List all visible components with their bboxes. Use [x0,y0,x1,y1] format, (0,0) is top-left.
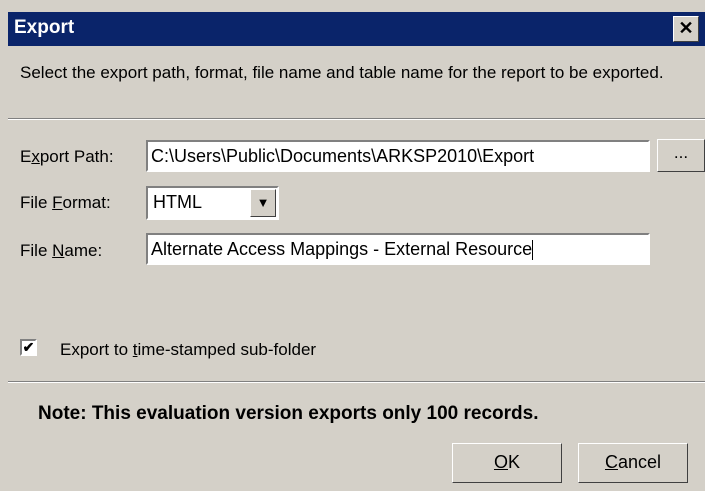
close-icon: ✕ [678,18,694,38]
dialog-description: Select the export path, format, file nam… [20,63,664,82]
ok-button[interactable]: OK [452,443,562,483]
dialog-title: Export [14,17,75,38]
dropdown-button[interactable]: ▼ [250,189,276,217]
file-format-select[interactable]: HTML ▼ [146,186,279,220]
export-dialog: Export ✕ Select the export path, format,… [0,0,705,491]
checkmark-icon: ✔ [22,339,35,355]
browse-button[interactable]: ... [657,139,705,172]
close-button[interactable]: ✕ [673,16,699,42]
title-bar: Export ✕ [8,12,705,46]
export-path-label: Export Path: [20,147,114,166]
file-name-label: File Name: [20,241,103,260]
export-path-field[interactable]: C:\Users\Public\Documents\ARKSP2010\Expo… [146,140,650,172]
evaluation-note: Note: This evaluation version exports on… [38,403,539,424]
chevron-down-icon: ▼ [256,195,270,210]
divider-top [8,118,705,120]
cancel-button[interactable]: Cancel [578,443,688,483]
file-name-value: Alternate Access Mappings - External Res… [151,239,533,259]
file-format-label: File Format: [20,193,111,212]
timestamp-checkbox-label[interactable]: Export to time-stamped sub-folder [60,340,316,360]
text-caret [532,240,534,261]
file-format-value: HTML [153,192,202,212]
timestamp-checkbox[interactable]: ✔ [20,339,37,356]
file-name-field[interactable]: Alternate Access Mappings - External Res… [146,233,650,265]
divider-bottom [8,381,705,383]
